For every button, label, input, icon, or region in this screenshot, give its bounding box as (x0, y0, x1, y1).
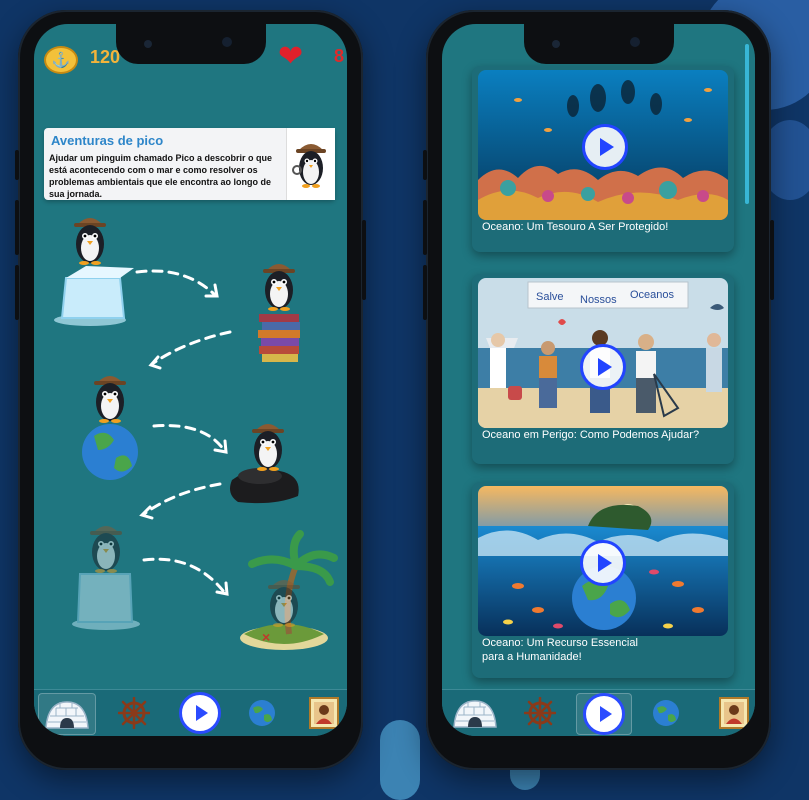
notch (115, 24, 266, 64)
banner-word: Oceanos (630, 289, 675, 301)
story-title: Aventuras de pico (51, 133, 164, 148)
nav-igloo[interactable] (450, 693, 500, 733)
play-icon (179, 692, 221, 734)
nav-globe[interactable] (240, 693, 284, 733)
play-icon (583, 693, 625, 735)
video-title: Oceano: Um Recurso Essencial para a Huma… (482, 636, 638, 664)
adventure-path: × (54, 218, 338, 650)
video-title-line: Oceano: Um Recurso Essencial (482, 637, 638, 649)
globe-icon (249, 700, 275, 726)
nav-ship-wheel[interactable] (518, 693, 562, 733)
level-node-books[interactable] (258, 264, 300, 362)
coin-count: 120 (90, 47, 121, 67)
level-node-oil-spill[interactable] (230, 424, 299, 504)
level-node-earth[interactable] (82, 376, 138, 480)
home-screen: ⚓ 120 ❤ 8 Aventuras de pico Ajudar um pi… (34, 24, 347, 736)
ship-wheel-icon (524, 697, 556, 729)
scrollbar[interactable] (745, 44, 749, 204)
ship-wheel-icon (118, 697, 150, 729)
nav-profile[interactable] (302, 693, 346, 733)
heart-icon: ❤ (278, 40, 304, 73)
level-node-island-locked[interactable]: × (240, 530, 338, 650)
story-card[interactable]: Aventuras de pico Ajudar um pinguim cham… (44, 128, 335, 200)
penguin-explorer-icon (286, 128, 335, 200)
profile-icon (309, 697, 339, 729)
right-phone: Oceano: Um Tesouro A Ser Protegido! Salv… (423, 10, 774, 770)
left-phone: ⚓ 120 ❤ 8 Aventuras de pico Ajudar um pi… (15, 10, 366, 770)
video-card[interactable]: Oceano: Um Recurso Essencial para a Huma… (472, 482, 734, 678)
banner-word: Nossos (580, 294, 617, 306)
video-title: Oceano: Um Tesouro A Ser Protegido! (482, 221, 669, 233)
banner-word: Salve (536, 291, 564, 303)
igloo-icon (45, 701, 89, 729)
nav-play[interactable] (576, 693, 632, 735)
globe-icon (653, 700, 679, 726)
background-wave-decoration (380, 720, 420, 800)
nav-profile[interactable] (712, 693, 755, 733)
story-description: Ajudar um pinguim chamado Pico a descobr… (49, 153, 273, 199)
profile-icon (719, 697, 749, 729)
svg-text:×: × (262, 629, 270, 645)
play-video-button[interactable] (580, 344, 626, 390)
nav-igloo[interactable] (38, 693, 96, 735)
video-title-line: para a Humanidade! (482, 651, 582, 663)
play-video-button[interactable] (582, 124, 628, 170)
videos-screen: Oceano: Um Tesouro A Ser Protegido! Salv… (442, 24, 755, 736)
video-card[interactable]: Salve Nossos Oceanos Oceano em Perigo: C… (472, 274, 734, 464)
igloo-icon (453, 700, 497, 728)
nav-play[interactable] (178, 692, 222, 734)
anchor-icon: ⚓ (44, 46, 78, 74)
play-video-button[interactable] (580, 540, 626, 586)
notch (523, 24, 674, 64)
nav-globe[interactable] (644, 693, 688, 733)
video-card[interactable]: Oceano: Um Tesouro A Ser Protegido! (472, 66, 734, 252)
lives-count: 8 (334, 46, 345, 66)
video-title: Oceano em Perigo: Como Podemos Ajudar? (482, 429, 700, 441)
bottom-navbar (442, 689, 755, 736)
level-node-ice[interactable] (54, 218, 134, 326)
level-node-ice-locked[interactable] (72, 526, 140, 630)
nav-ship-wheel[interactable] (112, 693, 156, 733)
bottom-navbar (34, 689, 347, 736)
